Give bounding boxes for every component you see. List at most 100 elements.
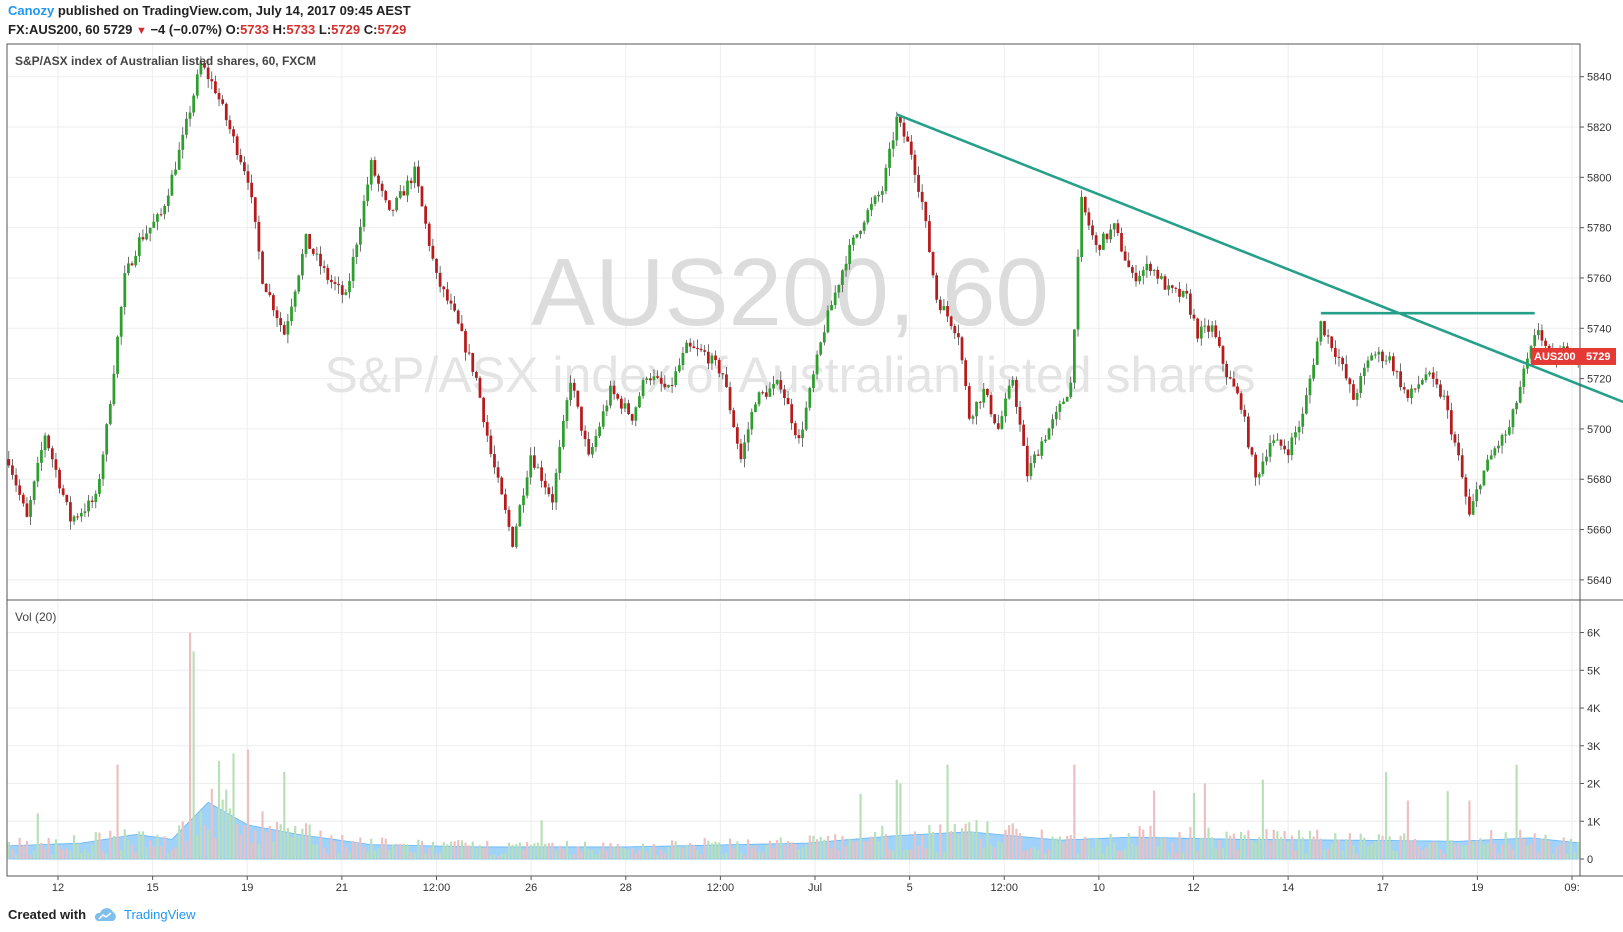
candle-body <box>1536 330 1540 336</box>
candle <box>1308 375 1312 404</box>
volume-bar <box>844 845 848 859</box>
candle <box>159 208 163 217</box>
candle-body <box>764 392 768 397</box>
candle <box>536 463 540 469</box>
candle-body <box>790 404 794 424</box>
candle <box>326 264 330 285</box>
candle-body <box>435 258 438 273</box>
candle-body <box>1022 424 1026 446</box>
volume-bar <box>877 841 880 859</box>
watermark-symbol: AUS200, 60 <box>531 239 1049 346</box>
candle <box>1185 283 1189 300</box>
volume-bar <box>884 834 888 859</box>
candle <box>590 442 594 458</box>
volume-bar <box>1403 833 1406 859</box>
time-tick-label: 5 <box>907 882 913 894</box>
volume-bar <box>1453 844 1457 859</box>
candle <box>87 494 90 517</box>
candle-body <box>1261 461 1265 475</box>
volume-bar <box>812 835 815 859</box>
candle-body <box>1246 416 1250 448</box>
time-axis[interactable]: 12 15 19 21 12:00 26 28 12:00 Jul 5 12:00 10 12 14 17 1… <box>52 876 1580 894</box>
candle <box>1370 352 1373 361</box>
volume-bar <box>1095 838 1098 859</box>
candle <box>32 480 36 505</box>
candle <box>127 256 130 276</box>
volume-bar <box>236 824 239 859</box>
candle <box>1482 470 1486 487</box>
candle <box>1029 455 1033 480</box>
candle-body <box>1214 325 1218 338</box>
candle-body <box>11 465 14 475</box>
candle <box>641 377 645 399</box>
volume-bar <box>14 854 18 859</box>
volume-bar <box>29 854 32 859</box>
volume-bar <box>1417 846 1420 859</box>
volume-bar <box>1464 845 1467 859</box>
candle-body <box>1098 244 1102 250</box>
candle <box>1083 196 1087 216</box>
volume-bar <box>33 850 36 859</box>
volume-bar <box>301 828 304 859</box>
volume-bar <box>1203 783 1206 859</box>
candle-body <box>1051 419 1055 429</box>
candle-body <box>989 395 993 415</box>
candle <box>1105 233 1109 244</box>
candle-body <box>891 140 895 149</box>
volume-bar <box>384 838 387 859</box>
volume-bar <box>232 753 235 859</box>
candle-body <box>826 310 830 333</box>
volume-bar <box>417 839 420 859</box>
volume-bar <box>971 831 974 859</box>
candle <box>1442 390 1446 401</box>
candle <box>1326 329 1330 344</box>
volume-bar <box>1116 850 1119 859</box>
candle <box>866 207 870 225</box>
volume-bar <box>370 838 373 859</box>
candle-body <box>366 184 370 202</box>
volume-bar <box>551 842 554 859</box>
volume-bar <box>489 854 492 859</box>
candle <box>1337 348 1341 367</box>
candle <box>543 473 547 495</box>
chart-canvas[interactable]: AUS200, 60 S&P/ASX index of Australian l… <box>0 0 1623 932</box>
candle-body <box>964 360 968 387</box>
volume-bar <box>69 851 72 859</box>
candle-body <box>870 203 873 211</box>
candle <box>1493 445 1497 459</box>
candle <box>1275 433 1279 441</box>
candle-body <box>1116 223 1120 234</box>
volume-bar <box>627 849 630 859</box>
tradingview-link[interactable]: TradingView <box>124 907 196 922</box>
volume-tick-label: 2K <box>1587 779 1601 791</box>
candle-body <box>960 337 964 361</box>
volume-bar <box>1548 841 1551 859</box>
candle-body <box>79 512 83 517</box>
candle-body <box>706 351 710 364</box>
candle <box>1080 190 1084 262</box>
candle <box>25 497 29 518</box>
candle-body <box>1073 329 1076 383</box>
candle-body <box>699 348 703 351</box>
volume-bar <box>660 849 663 859</box>
candle-body <box>1207 325 1210 332</box>
candle-body <box>953 326 957 334</box>
volume-bar <box>953 824 956 859</box>
volume-bar <box>540 820 543 859</box>
volume-bar <box>410 851 413 859</box>
candle <box>315 246 319 261</box>
volume-axis[interactable]: 0 1K 2K 3K 4K 5K 6K <box>1580 628 1601 866</box>
candle <box>743 434 746 468</box>
candle-body <box>1475 489 1479 502</box>
candle <box>1076 249 1080 337</box>
volume-bar <box>1551 853 1554 859</box>
volume-bar <box>446 844 449 859</box>
candle <box>924 201 928 228</box>
candle <box>1141 266 1145 285</box>
volume-bar <box>1185 840 1188 859</box>
candle-body <box>1160 276 1163 279</box>
volume-bar <box>152 846 155 859</box>
volume-bar <box>460 840 463 859</box>
volume-bar <box>319 830 322 859</box>
price-axis[interactable]: 5640 5660 5680 5700 5720 5740 5760 5780 5800 5820… <box>1580 72 1611 587</box>
